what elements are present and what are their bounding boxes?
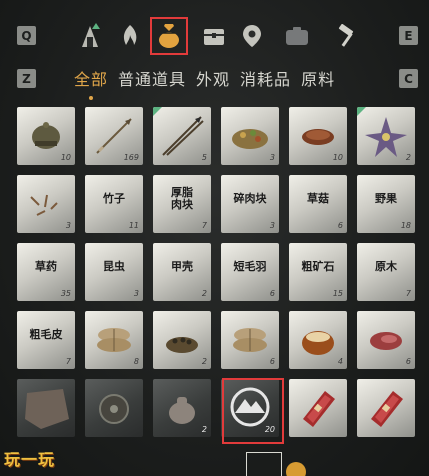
- inventory-slot[interactable]: 6: [357, 311, 415, 369]
- item-name: 厚脂 肉块: [171, 186, 193, 211]
- inventory-slot[interactable]: 草药 35: [17, 243, 75, 301]
- hammer-icon[interactable]: [329, 18, 365, 54]
- inventory-slot[interactable]: 甲壳 2: [153, 243, 211, 301]
- item-count: 3: [65, 221, 71, 230]
- inventory-slot[interactable]: 短毛羽 6: [221, 243, 279, 301]
- inventory-slot[interactable]: 昆虫 3: [85, 243, 143, 301]
- item-count: 11: [128, 221, 139, 230]
- category-bar: [70, 17, 370, 55]
- item-count: 7: [201, 221, 207, 230]
- inventory-slot[interactable]: 8: [85, 311, 143, 369]
- inventory-slot[interactable]: 粗矿石 15: [289, 243, 347, 301]
- inventory-slot[interactable]: [85, 379, 143, 437]
- tab-appearance[interactable]: 外观: [194, 66, 232, 90]
- item-name: 昆虫: [103, 260, 125, 273]
- inventory-slot[interactable]: 碎肉块 3: [221, 175, 279, 233]
- item-count: 3: [269, 153, 275, 162]
- location-pin-icon[interactable]: [234, 18, 270, 54]
- item-count: 3: [269, 221, 275, 230]
- filter-tabs: 全部 普通道具 外观 消耗品 原料: [72, 66, 337, 100]
- item-name: 甲壳: [171, 260, 193, 273]
- item-name: 竹子: [103, 192, 125, 205]
- tent-campfire-icon[interactable]: [72, 18, 108, 54]
- inventory-slot[interactable]: 2: [153, 379, 211, 437]
- fire-bundle-icon[interactable]: [112, 18, 148, 54]
- item-count: 6: [337, 221, 343, 230]
- item-name: 粗矿石: [301, 260, 335, 273]
- gold-orb-icon: [286, 462, 306, 476]
- inventory-slot[interactable]: [289, 379, 347, 437]
- inventory-slot[interactable]: [17, 379, 75, 437]
- item-count: 6: [405, 357, 411, 366]
- item-count: 10: [60, 153, 71, 162]
- inventory-slot[interactable]: 2: [357, 107, 415, 165]
- item-count: 7: [65, 357, 71, 366]
- inventory-slot[interactable]: 竹子 11: [85, 175, 143, 233]
- item-name: 原木: [375, 260, 397, 273]
- item-name: 野果: [375, 192, 397, 205]
- chest-icon[interactable]: [196, 18, 232, 54]
- inventory-slot[interactable]: 169: [85, 107, 143, 165]
- inventory-slot[interactable]: 3: [221, 107, 279, 165]
- bottom-slot-frame: [246, 452, 282, 476]
- inventory-slot[interactable]: [357, 379, 415, 437]
- key-z-badge[interactable]: Z: [17, 69, 36, 88]
- item-count: 6: [269, 289, 275, 298]
- tab-materials[interactable]: 原料: [299, 66, 337, 90]
- money-pouch-icon[interactable]: [150, 17, 188, 55]
- watermark-logo: 玩一玩: [4, 450, 56, 469]
- item-count: 10: [332, 153, 343, 162]
- selected-item-highlight: [222, 378, 284, 444]
- item-count: 7: [405, 289, 411, 298]
- item-count: 35: [60, 289, 71, 298]
- inventory-slot[interactable]: 草菇 6: [289, 175, 347, 233]
- item-count: 4: [337, 357, 343, 366]
- item-name: 草菇: [307, 192, 329, 205]
- key-e-badge[interactable]: E: [399, 26, 418, 45]
- tab-all[interactable]: 全部: [72, 66, 110, 100]
- key-q-badge[interactable]: Q: [17, 26, 36, 45]
- bag-icon[interactable]: [279, 18, 315, 54]
- item-count: 169: [123, 153, 139, 162]
- inventory-slot[interactable]: 2: [153, 311, 211, 369]
- item-count: 3: [133, 289, 139, 298]
- item-count: 6: [269, 357, 275, 366]
- item-count: 2: [405, 153, 411, 162]
- item-count: 5: [201, 153, 207, 162]
- item-name: 碎肉块: [233, 192, 267, 205]
- item-count: 8: [133, 357, 139, 366]
- item-count: 2: [201, 289, 207, 298]
- inventory-slot[interactable]: 厚脂 肉块 7: [153, 175, 211, 233]
- inventory-slot[interactable]: 6: [221, 311, 279, 369]
- item-name: 短毛羽: [233, 260, 267, 273]
- item-name: 草药: [35, 260, 57, 273]
- inventory-slot[interactable]: 原木 7: [357, 243, 415, 301]
- inventory-slot[interactable]: 10: [289, 107, 347, 165]
- inventory-slot[interactable]: 4: [289, 311, 347, 369]
- key-c-badge[interactable]: C: [399, 69, 418, 88]
- inventory-slot[interactable]: 野果 18: [357, 175, 415, 233]
- item-count: 2: [201, 425, 207, 434]
- inventory-slot[interactable]: 10: [17, 107, 75, 165]
- item-count: 15: [332, 289, 343, 298]
- item-name: 粗毛皮: [29, 328, 63, 341]
- tab-consumables[interactable]: 消耗品: [238, 66, 293, 90]
- item-count: 2: [201, 357, 207, 366]
- inventory-slot[interactable]: 粗毛皮 7: [17, 311, 75, 369]
- inventory-slot[interactable]: 3: [17, 175, 75, 233]
- inventory-slot[interactable]: 5: [153, 107, 211, 165]
- tab-general-items[interactable]: 普通道具: [116, 66, 188, 90]
- item-count: 18: [400, 221, 411, 230]
